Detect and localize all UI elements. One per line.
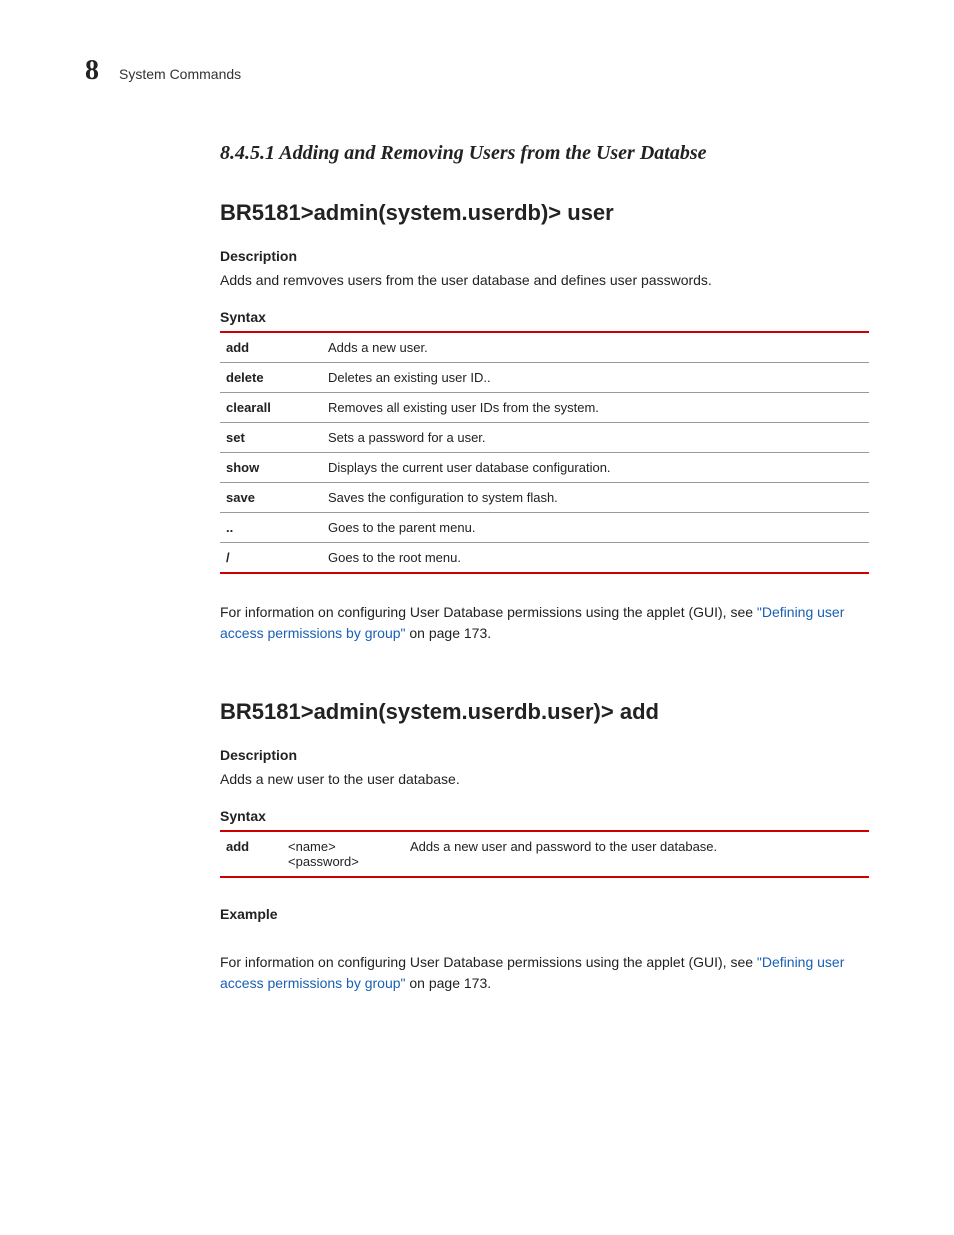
command-title: BR5181>admin(system.userdb)> user: [220, 200, 869, 226]
desc-cell: Adds a new user.: [322, 332, 869, 363]
chapter-number: 8: [85, 55, 99, 87]
footer-note: For information on configuring User Data…: [220, 602, 869, 644]
desc-cell: Adds a new user and password to the user…: [404, 831, 869, 877]
desc-cell: Removes all existing user IDs from the s…: [322, 393, 869, 423]
example-label: Example: [220, 906, 869, 922]
desc-cell: Goes to the parent menu.: [322, 513, 869, 543]
cmd-cell: show: [220, 453, 322, 483]
desc-cell: Deletes an existing user ID..: [322, 363, 869, 393]
cmd-cell: clearall: [220, 393, 322, 423]
cmd-cell: delete: [220, 363, 322, 393]
description-text: Adds and remvoves users from the user da…: [220, 270, 869, 291]
section-heading: 8.4.5.1 Adding and Removing Users from t…: [220, 142, 869, 165]
main-content: 8.4.5.1 Adding and Removing Users from t…: [220, 142, 869, 994]
param-cell: <name> <password>: [282, 831, 404, 877]
description-label: Description: [220, 248, 869, 264]
desc-cell: Sets a password for a user.: [322, 423, 869, 453]
desc-cell: Saves the configuration to system flash.: [322, 483, 869, 513]
syntax-table: add <name> <password> Adds a new user an…: [220, 830, 869, 878]
cmd-cell: /: [220, 543, 322, 574]
cmd-cell: add: [220, 831, 282, 877]
cmd-cell: add: [220, 332, 322, 363]
desc-cell: Goes to the root menu.: [322, 543, 869, 574]
chapter-title: System Commands: [119, 66, 241, 82]
cmd-cell: ..: [220, 513, 322, 543]
footer-post: on page 173.: [406, 975, 492, 991]
footer-pre: For information on configuring User Data…: [220, 954, 757, 970]
footer-pre: For information on configuring User Data…: [220, 604, 757, 620]
table-row: / Goes to the root menu.: [220, 543, 869, 574]
command-block-add: BR5181>admin(system.userdb.user)> add De…: [220, 699, 869, 994]
page-header: 8 System Commands: [85, 55, 869, 87]
table-row: .. Goes to the parent menu.: [220, 513, 869, 543]
table-row: add Adds a new user.: [220, 332, 869, 363]
syntax-label: Syntax: [220, 808, 869, 824]
command-title: BR5181>admin(system.userdb.user)> add: [220, 699, 869, 725]
syntax-label: Syntax: [220, 309, 869, 325]
syntax-table: add Adds a new user. delete Deletes an e…: [220, 331, 869, 574]
command-block-user: BR5181>admin(system.userdb)> user Descri…: [220, 200, 869, 644]
footer-post: on page 173.: [406, 625, 492, 641]
footer-note: For information on configuring User Data…: [220, 952, 869, 994]
table-row: clearall Removes all existing user IDs f…: [220, 393, 869, 423]
table-row: set Sets a password for a user.: [220, 423, 869, 453]
page-container: 8 System Commands 8.4.5.1 Adding and Rem…: [0, 0, 954, 1109]
cmd-cell: set: [220, 423, 322, 453]
table-row: save Saves the configuration to system f…: [220, 483, 869, 513]
description-text: Adds a new user to the user database.: [220, 769, 869, 790]
table-row: show Displays the current user database …: [220, 453, 869, 483]
desc-cell: Displays the current user database confi…: [322, 453, 869, 483]
table-row: add <name> <password> Adds a new user an…: [220, 831, 869, 877]
description-label: Description: [220, 747, 869, 763]
table-row: delete Deletes an existing user ID..: [220, 363, 869, 393]
cmd-cell: save: [220, 483, 322, 513]
